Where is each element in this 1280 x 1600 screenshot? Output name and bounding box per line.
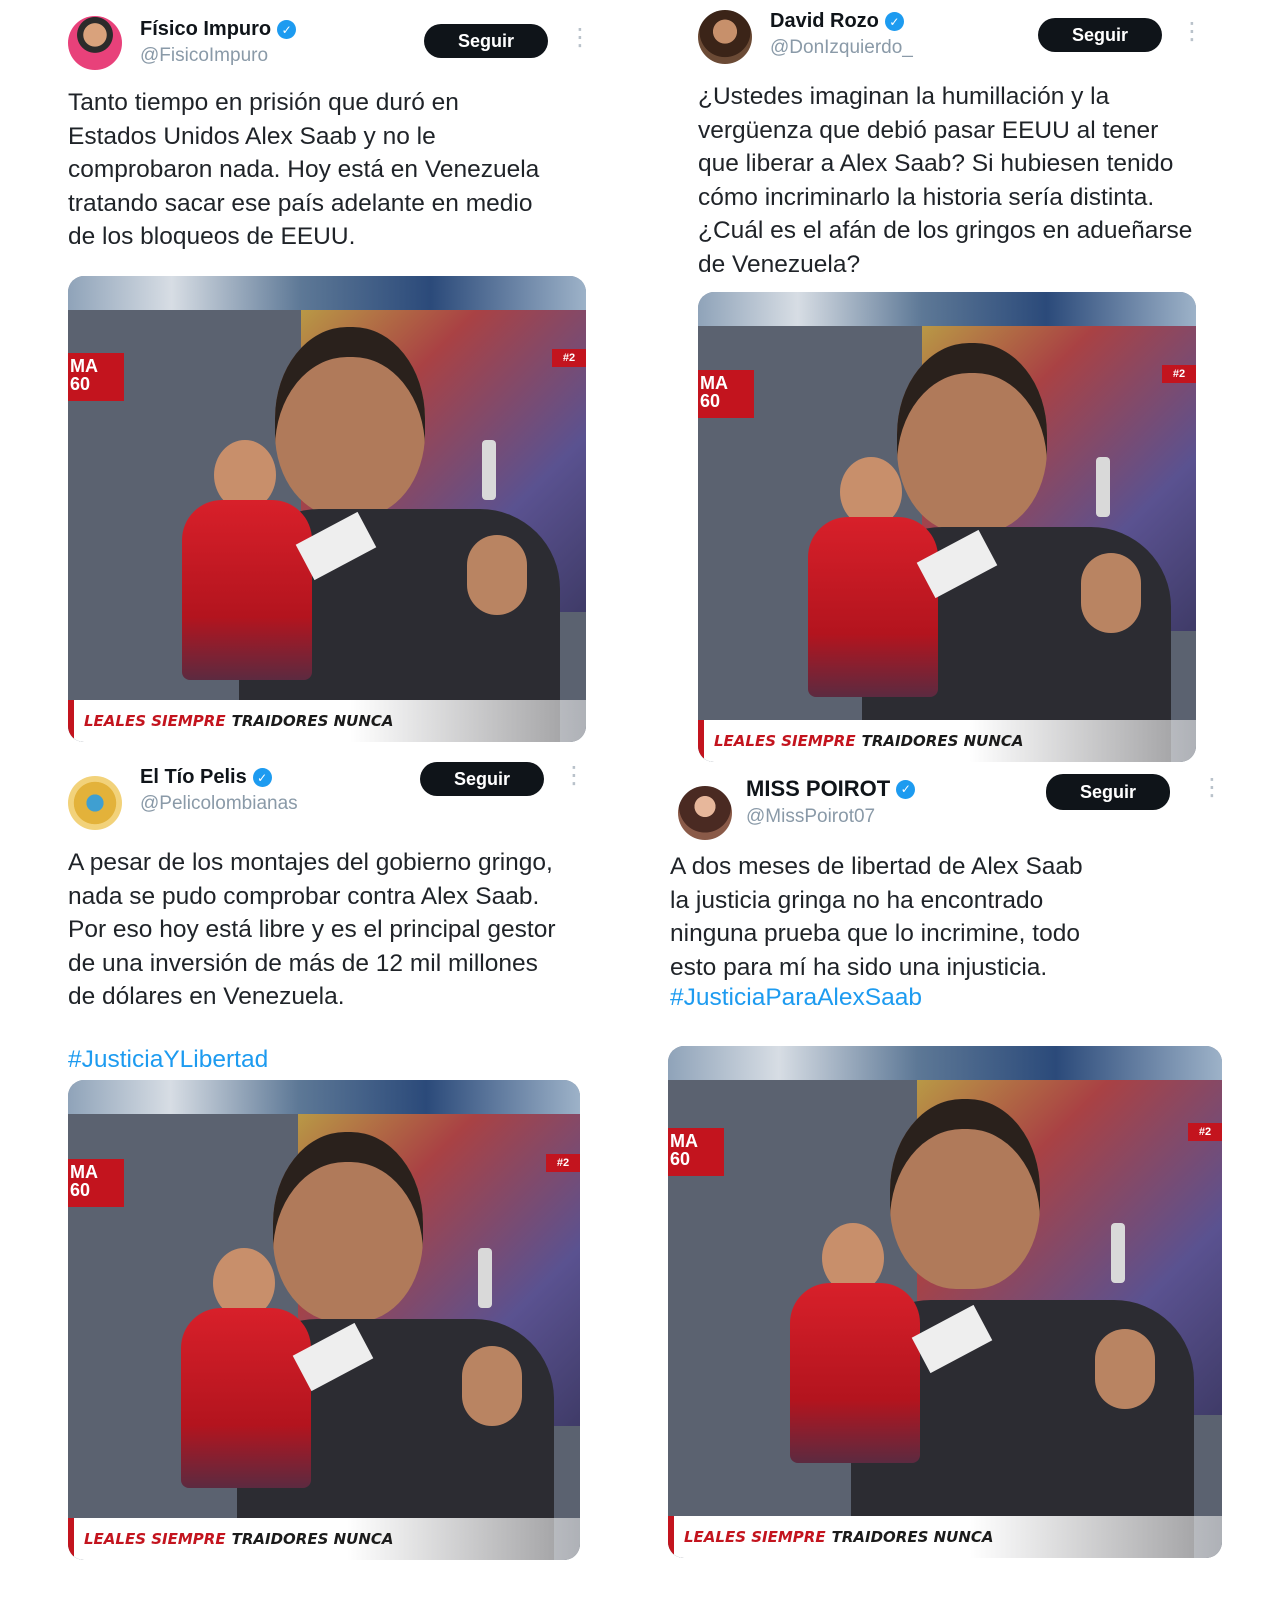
corner-badge-right: #2: [1188, 1123, 1222, 1142]
red-jacket: [180, 1307, 311, 1488]
display-name-text[interactable]: Físico Impuro: [140, 18, 271, 41]
follow-button[interactable]: Seguir: [1046, 774, 1171, 810]
avatar[interactable]: [68, 16, 122, 70]
user-handle[interactable]: @MissPoirot07: [746, 806, 915, 828]
banner-text-right: TRAIDORES NUNCA: [831, 1528, 994, 1546]
image-top-strip: [698, 292, 1196, 326]
tweet-card-david-rozo: David Rozo ✓ @DonIzquierdo_ Seguir ⋮ ¿Us…: [690, 2, 1250, 281]
more-options-icon[interactable]: ⋮: [568, 26, 592, 50]
hand-shape: [462, 1345, 523, 1426]
author-block: David Rozo ✓ @DonIzquierdo_: [770, 10, 913, 59]
user-handle[interactable]: @DonIzquierdo_: [770, 37, 913, 59]
display-name-text[interactable]: El Tío Pelis: [140, 766, 247, 789]
crucifix-shape: [1096, 456, 1111, 517]
banner-text-left: LEALES SIEMPRE: [84, 1530, 226, 1548]
lower-third-banner: LEALES SIEMPRE TRAIDORES NUNCA: [68, 1518, 580, 1560]
red-jacket: [789, 1283, 920, 1464]
broadcast-frame: MA 60 #2 LEALES SIEMPRE TRAIDORES NUNCA: [68, 310, 586, 742]
tweet-text: ¿Ustedes imaginan la humillación y la ve…: [698, 83, 1193, 278]
verified-badge-icon: ✓: [896, 779, 916, 799]
corner-badge-left: MA 60: [698, 369, 754, 418]
banner-text-left: LEALES SIEMPRE: [84, 712, 226, 730]
hand-shape: [466, 534, 527, 615]
display-name[interactable]: El Tío Pelis ✓: [140, 766, 298, 789]
crucifix-shape: [477, 1247, 492, 1308]
display-name[interactable]: David Rozo ✓: [770, 10, 913, 33]
follow-button[interactable]: Seguir: [420, 762, 545, 796]
tweet-media-image[interactable]: MA 60 #2 LEALES SIEMPRE TRAIDORES NUNCA: [68, 276, 586, 742]
more-options-icon[interactable]: ⋮: [1200, 776, 1224, 800]
hand-shape: [1094, 1328, 1155, 1409]
banner-text-right: TRAIDORES NUNCA: [861, 732, 1024, 750]
tweet-header: MISS POIROT ✓ @MissPoirot07 Seguir ⋮: [670, 774, 1250, 844]
author-block: MISS POIROT ✓ @MissPoirot07: [746, 776, 916, 828]
tweet-text: Tanto tiempo en prisión que duró en Esta…: [68, 89, 540, 250]
display-name-text[interactable]: David Rozo: [770, 10, 879, 33]
hand-shape: [1081, 552, 1142, 633]
broadcast-frame: MA 60 #2 LEALES SIEMPRE TRAIDORES NUNCA: [68, 1114, 580, 1560]
speaker-figure: [181, 439, 312, 680]
crucifix-shape: [482, 439, 497, 500]
banner-text-right: TRAIDORES NUNCA: [231, 712, 394, 730]
corner-badge-left: MA 60: [68, 353, 124, 402]
avatar[interactable]: [68, 776, 122, 830]
avatar[interactable]: [698, 10, 752, 64]
broadcast-frame: MA 60 #2 LEALES SIEMPRE TRAIDORES NUNCA: [698, 326, 1196, 762]
tweet-card-el-tio-pelis: El Tío Pelis ✓ @Pelicolombianas Seguir ⋮…: [60, 762, 620, 1074]
tweet-header: Físico Impuro ✓ @FisicoImpuro Seguir ⋮: [60, 8, 620, 74]
hashtag-link[interactable]: #JusticiaYLibertad: [60, 1046, 620, 1074]
lower-third-banner: LEALES SIEMPRE TRAIDORES NUNCA: [68, 700, 586, 742]
follow-button[interactable]: Seguir: [1038, 18, 1163, 52]
lower-third-banner: LEALES SIEMPRE TRAIDORES NUNCA: [698, 720, 1196, 762]
tweet-text: A pesar de los montajes del gobierno gri…: [68, 849, 556, 1010]
speaker-figure: [180, 1247, 311, 1488]
corner-badge-right: #2: [552, 348, 586, 367]
banner-text-right: TRAIDORES NUNCA: [231, 1530, 394, 1548]
banner-text-left: LEALES SIEMPRE: [684, 1528, 826, 1546]
tweet-media-image[interactable]: MA 60 #2 LEALES SIEMPRE TRAIDORES NUNCA: [68, 1080, 580, 1560]
red-jacket: [807, 516, 938, 697]
tweet-media-image[interactable]: MA 60 #2 LEALES SIEMPRE TRAIDORES NUNCA: [698, 292, 1196, 762]
verified-badge-icon: ✓: [277, 20, 297, 39]
verified-badge-icon: ✓: [252, 768, 272, 787]
speaker-figure: [789, 1223, 920, 1464]
display-name[interactable]: MISS POIROT ✓: [746, 776, 916, 802]
lower-third-banner: LEALES SIEMPRE TRAIDORES NUNCA: [668, 1516, 1222, 1558]
avatar[interactable]: [678, 786, 732, 840]
tweet-card-miss-poirot: MISS POIROT ✓ @MissPoirot07 Seguir ⋮ A d…: [670, 774, 1250, 1012]
tweet-text: A dos meses de libertad de Alex Saab la …: [670, 853, 1083, 981]
corner-badge-right: #2: [546, 1154, 580, 1173]
display-name[interactable]: Físico Impuro ✓: [140, 18, 297, 41]
red-jacket: [181, 499, 312, 680]
author-block: El Tío Pelis ✓ @Pelicolombianas: [140, 766, 298, 815]
tweet-media-image[interactable]: MA 60 #2 LEALES SIEMPRE TRAIDORES NUNCA: [668, 1046, 1222, 1558]
author-block: Físico Impuro ✓ @FisicoImpuro: [140, 18, 297, 67]
user-handle[interactable]: @FisicoImpuro: [140, 45, 296, 67]
tweet-header: El Tío Pelis ✓ @Pelicolombianas Seguir ⋮: [60, 762, 620, 834]
verified-badge-icon: ✓: [884, 12, 904, 31]
follow-button[interactable]: Seguir: [424, 24, 549, 58]
image-top-strip: [68, 276, 586, 310]
more-options-icon[interactable]: ⋮: [1180, 20, 1204, 44]
broadcast-frame: MA 60 #2 LEALES SIEMPRE TRAIDORES NUNCA: [668, 1080, 1222, 1558]
user-handle[interactable]: @Pelicolombianas: [140, 793, 298, 815]
hashtag-link[interactable]: #JusticiaParaAlexSaab: [670, 984, 1250, 1012]
crucifix-shape: [1111, 1223, 1126, 1284]
display-name-text[interactable]: MISS POIROT: [746, 776, 890, 802]
tweet-card-fisico-impuro: Físico Impuro ✓ @FisicoImpuro Seguir ⋮ T…: [60, 8, 620, 254]
more-options-icon[interactable]: ⋮: [562, 764, 586, 788]
corner-badge-right: #2: [1162, 365, 1196, 384]
image-top-strip: [68, 1080, 580, 1114]
speaker-figure: [807, 456, 938, 697]
image-top-strip: [668, 1046, 1222, 1080]
banner-text-left: LEALES SIEMPRE: [714, 732, 856, 750]
tweet-header: David Rozo ✓ @DonIzquierdo_ Seguir ⋮: [690, 2, 1250, 68]
corner-badge-left: MA 60: [68, 1158, 124, 1207]
corner-badge-left: MA 60: [668, 1127, 724, 1176]
